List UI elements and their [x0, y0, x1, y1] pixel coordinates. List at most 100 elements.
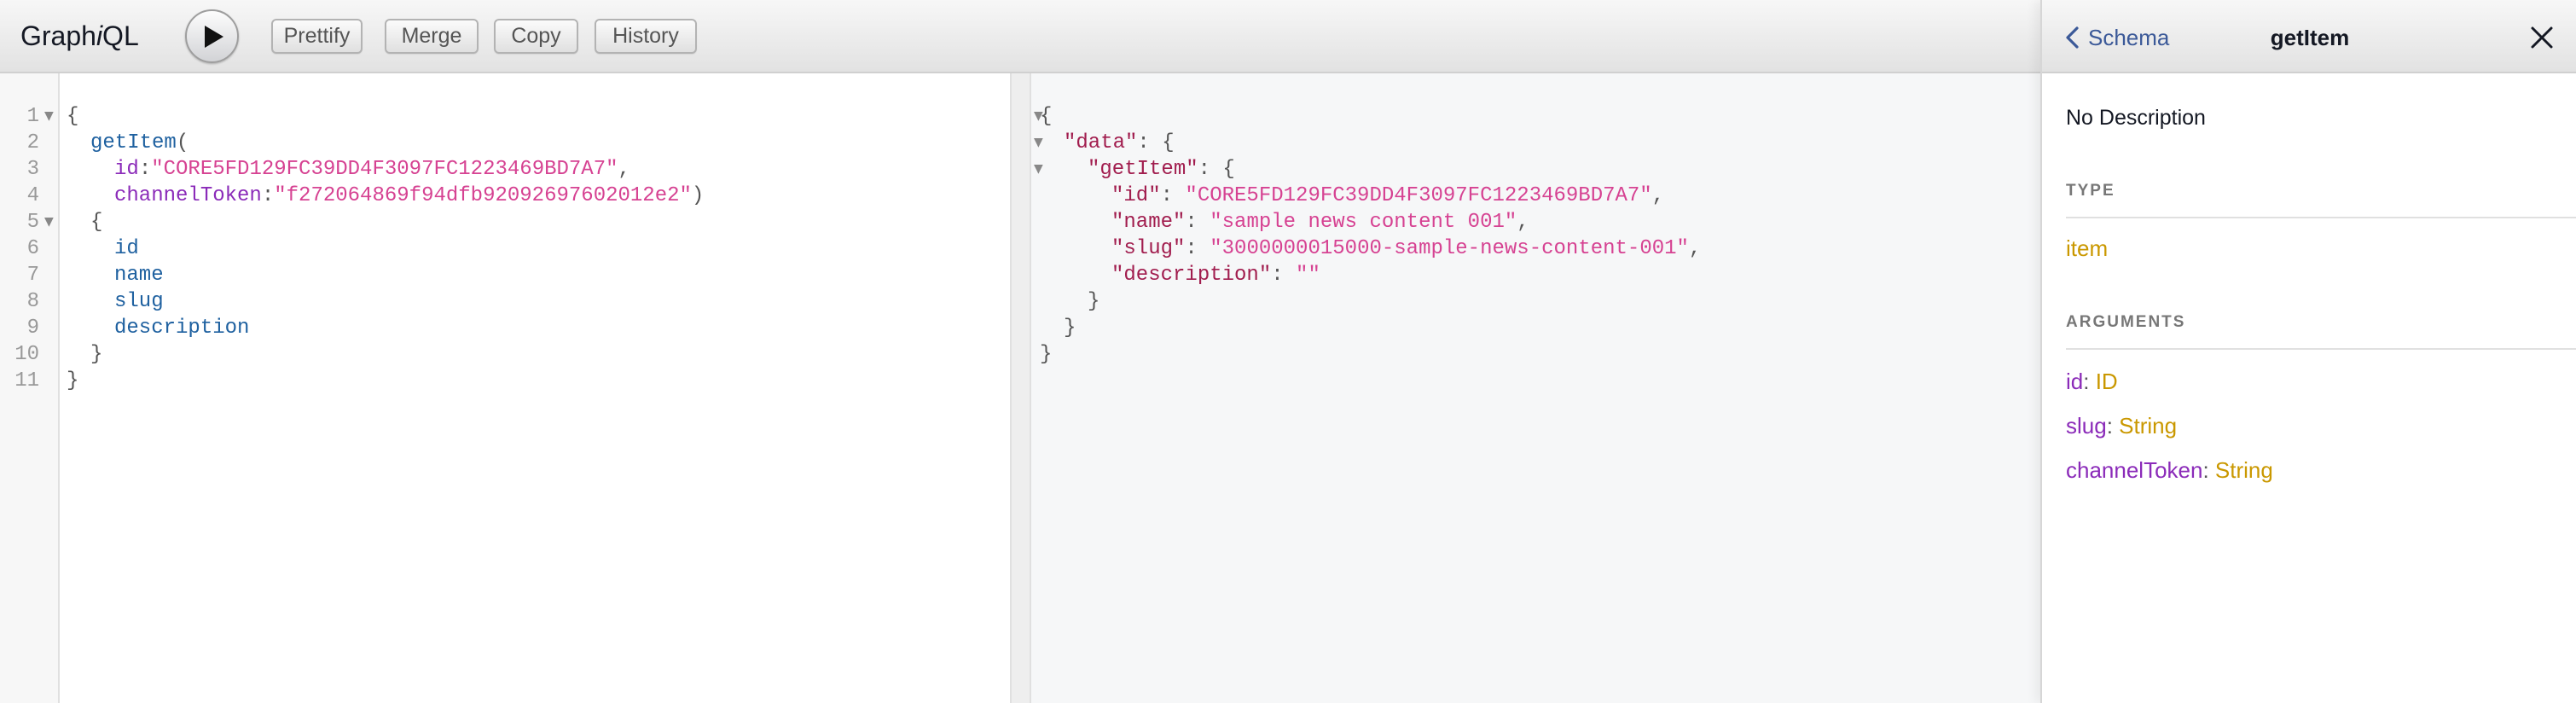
result-value: "" [1296, 264, 1320, 287]
result-close-brace: } [1088, 290, 1100, 313]
open-paren: ( [176, 131, 189, 154]
result-value: "CORE5FD129FC39DD4F3097FC1223469BD7A7" [1185, 184, 1652, 207]
result-key: "slug" [1111, 237, 1186, 260]
documentation-explorer: Schema getItem No Description TYPE item … [2040, 0, 2576, 703]
line-number: 7 [26, 264, 39, 287]
operation-name: getItem [90, 131, 177, 154]
selection-close-brace: } [90, 343, 103, 366]
query-editor[interactable]: 1 2 3 4 5 6 7 8 9 10 11 ▼ ▼ { getItem( i… [0, 73, 1010, 703]
fold-arrow-icon[interactable]: ▼ [1034, 156, 1043, 183]
graphiql-logo: GraphiQL [20, 19, 139, 53]
result-key: "data" [1064, 131, 1138, 154]
arg-value: "f272064869f94dfb92092697602012e2" [274, 184, 692, 207]
argument-name: id [2066, 369, 2084, 394]
result-key: "getItem" [1088, 158, 1198, 181]
result-close-brace: } [1064, 317, 1076, 340]
argument-type-link[interactable]: ID [2096, 369, 2118, 394]
result-row: "name": "sample news content 001", [1111, 209, 1529, 235]
argument-sep: : [2083, 369, 2096, 394]
result-value: "sample news content 001" [1210, 211, 1517, 234]
history-button[interactable]: History [595, 19, 697, 54]
arg-value: "CORE5FD129FC39DD4F3097FC1223469BD7A7" [151, 158, 618, 181]
line-number: 2 [26, 131, 39, 154]
result-sep: : [1185, 237, 1210, 260]
logo-italic: i [96, 20, 103, 51]
arg-name: channelToken [114, 184, 262, 207]
close-paren: ) [691, 184, 705, 207]
result-open-brace: { [1040, 105, 1053, 128]
close-icon[interactable] [2530, 26, 2554, 49]
line-number: 5 [26, 211, 39, 234]
line-number: 6 [26, 237, 39, 260]
result-data-line: "data": { [1064, 130, 1175, 156]
arg-comma: , [618, 158, 630, 181]
argument-name: slug [2066, 413, 2107, 439]
copy-button[interactable]: Copy [494, 19, 578, 54]
merge-button[interactable]: Merge [385, 19, 479, 54]
doc-explorer-title: getItem [2270, 25, 2350, 50]
section-divider [2066, 217, 2576, 218]
toolbar: GraphiQL Prettify Merge Copy History [0, 0, 2040, 73]
query-arg-line: channelToken:"f272064869f94dfb9209269760… [114, 183, 704, 209]
result-sep: : [1185, 211, 1210, 234]
query-open-brace: { [67, 105, 79, 128]
arg-name: id [114, 158, 139, 181]
section-divider [2066, 348, 2576, 350]
argument-item: id: ID [2066, 367, 2118, 396]
query-close-brace: } [67, 369, 79, 392]
line-number-gutter: 1 2 3 4 5 6 7 8 9 10 11 ▼ ▼ [0, 73, 60, 703]
line-number: 1 [26, 105, 39, 128]
argument-type-link[interactable]: String [2119, 413, 2177, 439]
result-close-brace: } [1040, 343, 1053, 366]
query-field: name [114, 264, 164, 287]
result-row: "slug": "3000000015000-sample-news-conte… [1111, 235, 1701, 262]
result-key: "description" [1111, 264, 1272, 287]
arg-colon: : [138, 158, 152, 181]
result-row: "id": "CORE5FD129FC39DD4F3097FC1223469BD… [1111, 183, 1664, 209]
field-description: No Description [2066, 106, 2206, 130]
return-type-link[interactable]: item [2066, 234, 2108, 263]
line-number: 3 [26, 158, 39, 181]
query-field: id [114, 237, 139, 260]
query-arg-line: id:"CORE5FD129FC39DD4F3097FC1223469BD7A7… [114, 156, 630, 183]
result-row: "description": "" [1111, 262, 1320, 288]
selection-open-brace: { [90, 211, 103, 234]
result-key: "id" [1111, 184, 1161, 207]
type-section-title: TYPE [2066, 182, 2115, 200]
result-item-line: "getItem": { [1088, 156, 1235, 183]
result-sep: : [1271, 264, 1297, 287]
query-operation-line: getItem( [90, 130, 189, 156]
logo-suffix: QL [102, 20, 139, 51]
result-colon-brace: : { [1137, 131, 1175, 154]
result-colon-brace: : { [1198, 158, 1235, 181]
argument-name: channelToken [2066, 457, 2203, 483]
result-value: "3000000015000-sample-news-content-001" [1210, 237, 1689, 260]
argument-sep: : [2106, 413, 2120, 439]
result-viewer: ▼ ▼ ▼ { "data": { "getItem": { "id": "CO… [1031, 73, 2040, 703]
argument-item: slug: String [2066, 411, 2177, 440]
arg-colon: : [261, 184, 275, 207]
fold-arrow-icon[interactable]: ▼ [1034, 130, 1043, 156]
arguments-section-title: ARGUMENTS [2066, 313, 2186, 331]
result-sep: : [1160, 184, 1186, 207]
argument-type-link[interactable]: String [2215, 457, 2273, 483]
fold-arrow-icon[interactable]: ▼ [44, 209, 54, 235]
line-number: 9 [26, 317, 39, 340]
argument-item: channelToken: String [2066, 456, 2273, 485]
pane-resize-handle[interactable] [1010, 73, 1031, 703]
query-field: slug [114, 290, 164, 313]
logo-prefix: Graph [20, 20, 96, 51]
result-comma: , [1517, 211, 1529, 234]
line-number: 4 [26, 184, 39, 207]
play-icon [205, 25, 223, 48]
line-number: 11 [15, 369, 39, 392]
result-key: "name" [1111, 211, 1186, 234]
result-comma: , [1688, 237, 1702, 260]
line-number: 10 [15, 343, 39, 366]
line-number: 8 [26, 290, 39, 313]
fold-arrow-icon[interactable]: ▼ [44, 103, 54, 130]
prettify-button[interactable]: Prettify [271, 19, 363, 54]
execute-query-button[interactable] [185, 9, 239, 63]
result-comma: , [1651, 184, 1665, 207]
query-field: description [114, 317, 250, 340]
